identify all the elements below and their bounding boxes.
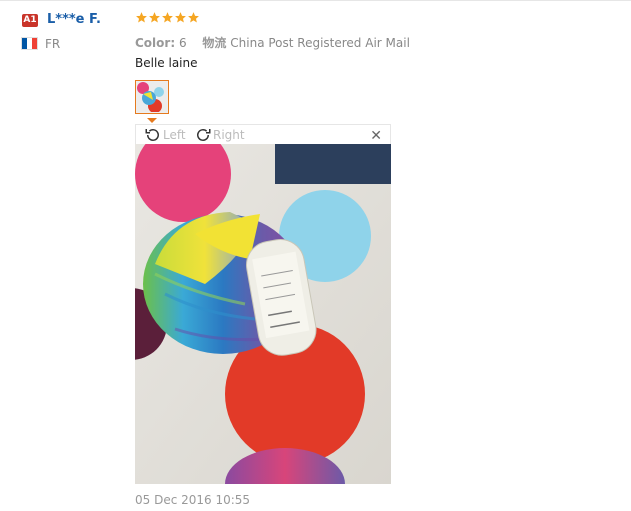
thumbnail-image <box>137 82 167 112</box>
buyer-level-badge: A1 <box>22 14 38 27</box>
rotate-left-icon <box>145 129 159 141</box>
top-divider <box>0 0 631 1</box>
shipping-label: 物流 <box>202 36 227 50</box>
france-flag-icon <box>22 38 37 49</box>
star-rating <box>135 11 200 24</box>
review-comment: Belle laine <box>135 56 198 70</box>
star-icon <box>188 12 199 23</box>
rotate-right-label: Right <box>213 128 245 142</box>
rotate-left-button[interactable]: Left <box>144 126 186 144</box>
review-date: 05 Dec 2016 10:55 <box>135 493 251 507</box>
color-label: Color: <box>135 36 176 50</box>
thumbnail-pointer <box>147 118 157 123</box>
shipping-value: China Post Registered Air Mail <box>230 36 410 50</box>
flag-stripe-red <box>32 38 37 49</box>
star-icon <box>136 12 147 23</box>
order-info: Color: 6 物流 China Post Registered Air Ma… <box>135 34 410 51</box>
rotate-right-button[interactable]: Right <box>194 126 245 144</box>
reviewer-country: FR <box>45 37 61 51</box>
star-icon <box>162 12 173 23</box>
rotate-left-label: Left <box>163 128 186 142</box>
image-viewer-toolbar: Left Right ✕ <box>135 124 391 144</box>
close-icon[interactable]: ✕ <box>370 128 382 142</box>
color-value: 6 <box>178 36 187 50</box>
review-photo-large <box>135 144 391 484</box>
yarn-photo <box>135 144 391 484</box>
star-icon <box>175 12 186 23</box>
rotate-right-icon <box>197 129 211 141</box>
star-icon <box>149 12 160 23</box>
review-photo-thumbnail[interactable] <box>135 80 169 114</box>
reviewer-name: L***e F. <box>47 12 101 27</box>
